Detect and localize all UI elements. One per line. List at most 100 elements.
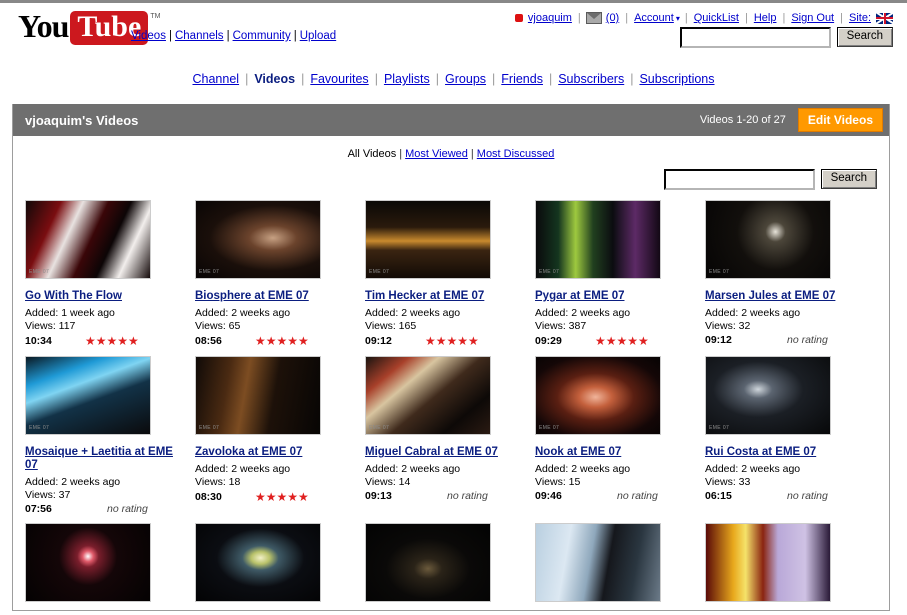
rating-stars: ★★★★★ bbox=[595, 334, 649, 348]
sign-out-link[interactable]: Sign Out bbox=[791, 12, 834, 24]
account-username-link[interactable]: vjoaquim bbox=[528, 12, 572, 24]
video-thumbnail[interactable]: EME 07 bbox=[25, 356, 151, 435]
video-duration: 09:12 bbox=[365, 335, 392, 347]
search-button[interactable]: Search bbox=[836, 27, 893, 47]
video-added: Added: 2 weeks ago bbox=[195, 307, 291, 319]
quicklist-link[interactable]: QuickList bbox=[694, 12, 739, 24]
video-footer: 08:30 ★★★★★ bbox=[195, 490, 347, 504]
video-footer: 07:56 no rating bbox=[25, 503, 177, 515]
video-grid: EME 07 Go With The Flow Added: 1 week ago V… bbox=[13, 190, 889, 610]
site-label-link[interactable]: Site: bbox=[849, 12, 871, 24]
status-dot-icon bbox=[514, 14, 523, 22]
video-thumbnail[interactable] bbox=[535, 523, 661, 602]
thumbnail-watermark: EME 07 bbox=[539, 269, 560, 275]
video-title-link[interactable]: Pygar at EME 07 bbox=[535, 290, 687, 303]
video-title-link[interactable]: Go With The Flow bbox=[25, 290, 177, 303]
video-added: Added: 2 weeks ago bbox=[705, 463, 801, 475]
video-meta: Added: 2 weeks ago Views: 32 bbox=[705, 307, 875, 333]
video-thumbnail[interactable]: EME 07 bbox=[535, 200, 661, 279]
filter-all-videos[interactable]: All Videos bbox=[348, 148, 397, 160]
video-thumbnail[interactable]: EME 07 bbox=[535, 356, 661, 435]
video-title-link[interactable]: Rui Costa at EME 07 bbox=[705, 446, 857, 459]
video-card bbox=[535, 523, 705, 602]
video-thumbnail[interactable] bbox=[365, 523, 491, 602]
tab-videos[interactable]: Videos bbox=[254, 72, 295, 86]
video-title-link[interactable]: Zavoloka at EME 07 bbox=[195, 446, 347, 459]
video-title-link[interactable]: Nook at EME 07 bbox=[535, 446, 687, 459]
video-card: EME 07 Go With The Flow Added: 1 week ago V… bbox=[25, 200, 195, 348]
panel-header-right: Videos 1-20 of 27 Edit Videos bbox=[700, 108, 883, 132]
video-title-link[interactable]: Marsen Jules at EME 07 bbox=[705, 290, 857, 303]
video-meta: Added: 2 weeks ago Views: 37 bbox=[25, 476, 195, 502]
tab-subscribers[interactable]: Subscribers bbox=[558, 72, 624, 86]
nav-videos[interactable]: Videos bbox=[131, 30, 166, 42]
video-card bbox=[195, 523, 365, 602]
video-title-link[interactable]: Mosaique + Laetitia at EME 07 bbox=[25, 446, 177, 472]
video-meta: Added: 2 weeks ago Views: 14 bbox=[365, 463, 535, 489]
thumbnail-watermark: EME 07 bbox=[369, 269, 390, 275]
video-thumbnail[interactable] bbox=[705, 523, 831, 602]
nav-separator: | bbox=[684, 12, 688, 24]
tab-playlists[interactable]: Playlists bbox=[384, 72, 430, 86]
panel-search-input[interactable] bbox=[663, 169, 815, 190]
thumbnail-watermark: EME 07 bbox=[199, 269, 220, 275]
filter-links: All Videos | Most Viewed | Most Discussed bbox=[13, 136, 889, 160]
tab-separator: | bbox=[630, 72, 634, 86]
nav-upload[interactable]: Upload bbox=[300, 30, 336, 42]
panel-search-button[interactable]: Search bbox=[820, 169, 877, 189]
video-footer: 09:12 ★★★★★ bbox=[365, 334, 517, 348]
account-menu-link[interactable]: Account bbox=[634, 12, 674, 24]
video-thumbnail[interactable]: EME 07 bbox=[365, 356, 491, 435]
envelope-icon[interactable] bbox=[585, 12, 602, 24]
help-link[interactable]: Help bbox=[754, 12, 777, 24]
video-views: Views: 15 bbox=[535, 476, 581, 488]
video-added: Added: 1 week ago bbox=[25, 307, 115, 319]
search-input[interactable] bbox=[679, 27, 831, 48]
tab-friends[interactable]: Friends bbox=[501, 72, 543, 86]
nav-separator: | bbox=[168, 30, 172, 42]
video-title-link[interactable]: Biosphere at EME 07 bbox=[195, 290, 347, 303]
edit-videos-button[interactable]: Edit Videos bbox=[797, 108, 883, 132]
video-thumbnail[interactable]: EME 07 bbox=[195, 356, 321, 435]
channel-tabs: Channel | Videos | Favourites | Playlists | Grou… bbox=[0, 72, 907, 86]
thumbnail-watermark: EME 07 bbox=[709, 269, 730, 275]
video-thumbnail[interactable]: EME 07 bbox=[365, 200, 491, 279]
video-added: Added: 2 weeks ago bbox=[365, 463, 461, 475]
uk-flag-icon[interactable] bbox=[876, 12, 893, 24]
video-thumbnail[interactable]: EME 07 bbox=[195, 200, 321, 279]
filter-most-discussed[interactable]: Most Discussed bbox=[477, 148, 555, 160]
nav-channels[interactable]: Channels bbox=[175, 30, 224, 42]
video-duration: 09:12 bbox=[705, 334, 732, 346]
video-views: Views: 33 bbox=[705, 476, 751, 488]
chevron-down-icon[interactable]: ▾ bbox=[676, 14, 680, 23]
video-title-link[interactable]: Tim Hecker at EME 07 bbox=[365, 290, 517, 303]
inbox-count-link[interactable]: (0) bbox=[606, 12, 619, 24]
filter-most-viewed[interactable]: Most Viewed bbox=[405, 148, 468, 160]
tab-favourites[interactable]: Favourites bbox=[310, 72, 368, 86]
logo-you-text: You bbox=[18, 8, 69, 44]
thumbnail-watermark: EME 07 bbox=[199, 425, 220, 431]
video-thumbnail[interactable]: EME 07 bbox=[705, 356, 831, 435]
nav-separator: | bbox=[840, 12, 843, 24]
video-card: EME 07 Biosphere at EME 07 Added: 2 weeks … bbox=[195, 200, 365, 348]
tab-separator: | bbox=[245, 72, 249, 86]
video-meta: Added: 2 weeks ago Views: 387 bbox=[535, 307, 705, 333]
video-thumbnail[interactable]: EME 07 bbox=[705, 200, 831, 279]
tab-subscriptions[interactable]: Subscriptions bbox=[639, 72, 714, 86]
tab-groups[interactable]: Groups bbox=[445, 72, 486, 86]
video-card bbox=[365, 523, 535, 602]
nav-separator: | bbox=[293, 30, 297, 42]
video-thumbnail[interactable] bbox=[25, 523, 151, 602]
video-thumbnail[interactable] bbox=[195, 523, 321, 602]
video-views: Views: 32 bbox=[705, 320, 751, 332]
video-card: EME 07 Pygar at EME 07 Added: 2 weeks ago V… bbox=[535, 200, 705, 348]
tab-separator: | bbox=[435, 72, 440, 86]
video-thumbnail[interactable]: EME 07 bbox=[25, 200, 151, 279]
video-title-link[interactable]: Miguel Cabral at EME 07 bbox=[365, 446, 517, 459]
tab-channel[interactable]: Channel bbox=[192, 72, 239, 86]
video-added: Added: 2 weeks ago bbox=[25, 476, 121, 488]
video-card: EME 07 Zavoloka at EME 07 Added: 2 weeks a… bbox=[195, 356, 365, 515]
video-views: Views: 18 bbox=[195, 476, 241, 488]
filter-separator: | bbox=[470, 148, 474, 160]
nav-community[interactable]: Community bbox=[233, 30, 291, 42]
